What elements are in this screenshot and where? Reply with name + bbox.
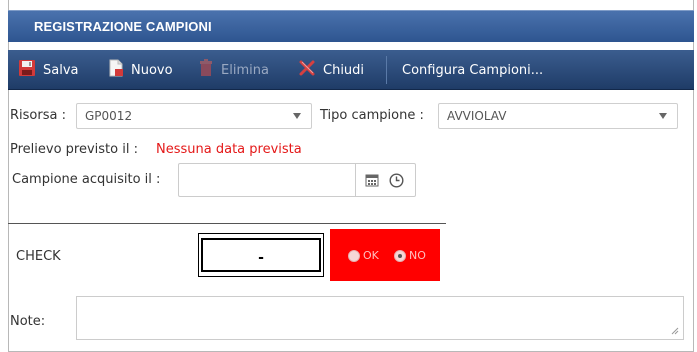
configure-samples-label: Configura Campioni... bbox=[402, 62, 544, 78]
calendar-icon[interactable] bbox=[365, 173, 379, 191]
note-textarea[interactable] bbox=[76, 296, 684, 340]
new-label: Nuovo bbox=[131, 62, 173, 78]
note-label: Note: bbox=[10, 314, 46, 329]
resize-grip-icon[interactable] bbox=[670, 326, 679, 335]
acquired-label: Campione acquisito il : bbox=[12, 172, 161, 187]
save-button[interactable]: Salva bbox=[18, 50, 79, 90]
clock-icon[interactable] bbox=[389, 173, 404, 192]
radio-no-button[interactable] bbox=[394, 249, 406, 262]
planned-value: Nessuna data prevista bbox=[156, 142, 302, 157]
chevron-down-icon bbox=[659, 113, 667, 119]
configure-samples-button[interactable]: Configura Campioni... bbox=[402, 50, 543, 90]
planned-label: Prelievo previsto il : bbox=[10, 142, 138, 157]
check-label: CHECK bbox=[16, 249, 61, 264]
close-icon bbox=[298, 59, 316, 81]
radio-ok-label: OK bbox=[363, 249, 379, 262]
check-value: - bbox=[258, 250, 264, 266]
check-radio-panel: OK NO bbox=[330, 229, 440, 281]
save-label: Salva bbox=[43, 62, 79, 78]
sample-type-value: AVVIOLAV bbox=[447, 109, 507, 123]
delete-button[interactable]: Elimina bbox=[198, 50, 269, 90]
delete-icon bbox=[198, 59, 214, 81]
check-value-inner: - bbox=[201, 238, 321, 272]
close-label: Chiudi bbox=[323, 62, 365, 78]
check-value-box: - bbox=[198, 233, 324, 277]
resource-label: Risorsa : bbox=[10, 108, 66, 123]
title-bar: REGISTRAZIONE CAMPIONI bbox=[8, 10, 694, 42]
new-document-icon bbox=[108, 59, 124, 81]
resource-value: GP0012 bbox=[85, 109, 133, 123]
toolbar-separator bbox=[386, 56, 387, 84]
date-field-divider bbox=[355, 164, 356, 196]
chevron-down-icon bbox=[293, 113, 301, 119]
resource-select[interactable]: GP0012 bbox=[76, 103, 312, 129]
radio-no[interactable]: NO bbox=[394, 249, 426, 262]
acquired-date-field[interactable] bbox=[178, 163, 416, 197]
delete-label: Elimina bbox=[221, 62, 269, 78]
section-divider bbox=[8, 223, 446, 224]
radio-no-label: NO bbox=[409, 249, 426, 262]
new-button[interactable]: Nuovo bbox=[108, 50, 173, 90]
sample-type-select[interactable]: AVVIOLAV bbox=[438, 103, 678, 129]
close-button[interactable]: Chiudi bbox=[298, 50, 364, 90]
radio-ok[interactable]: OK bbox=[348, 249, 379, 262]
sample-type-label: Tipo campione : bbox=[320, 108, 424, 123]
save-icon bbox=[18, 59, 36, 81]
radio-ok-button[interactable] bbox=[348, 249, 360, 262]
dialog-title: REGISTRAZIONE CAMPIONI bbox=[34, 19, 212, 34]
toolbar: Salva Nuovo Elimina Chiudi Configura Cam… bbox=[8, 50, 694, 90]
